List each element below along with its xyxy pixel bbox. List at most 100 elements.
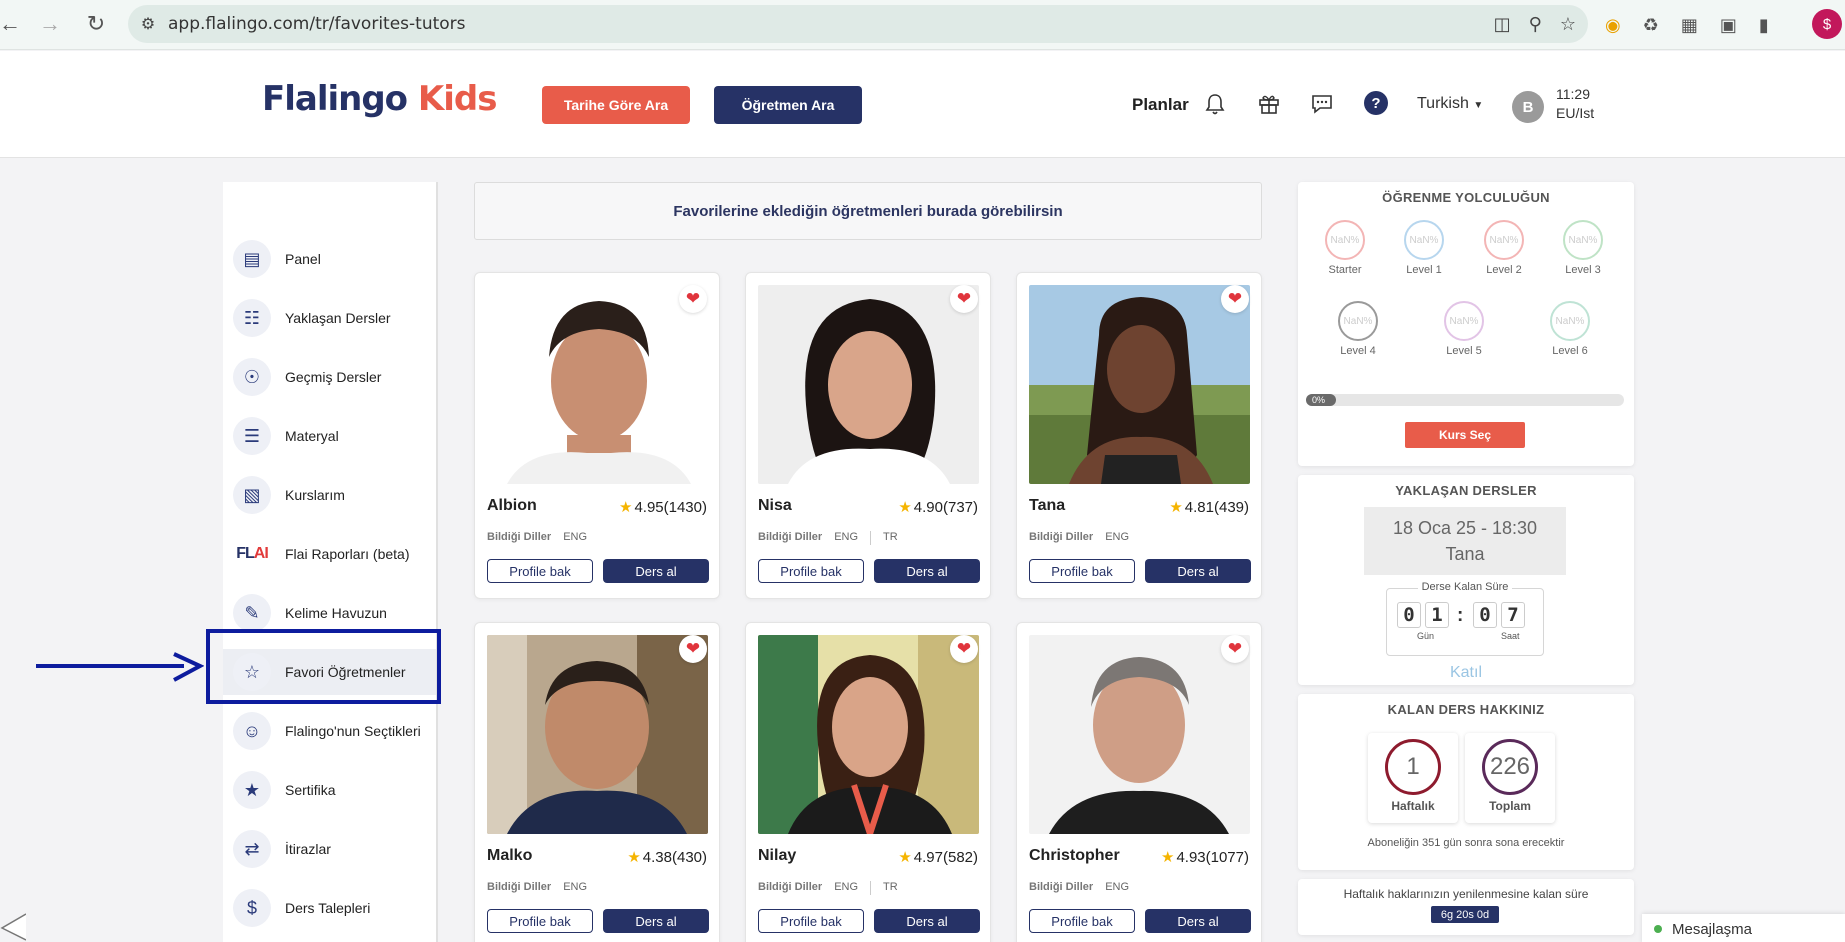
search-teacher-button[interactable]: Öğretmen Ara <box>714 86 862 124</box>
select-course-button[interactable]: Kurs Seç <box>1405 422 1525 448</box>
level-label: Level 6 <box>1552 345 1588 357</box>
view-profile-button[interactable]: Profile bak <box>758 559 864 583</box>
flalingo-kids-logo[interactable]: Flalingo Kids <box>262 79 497 119</box>
tutor-photo[interactable] <box>487 285 708 484</box>
user-avatar[interactable]: B <box>1512 91 1544 123</box>
total-credits-label: Toplam <box>1489 799 1531 813</box>
extensions-puzzle-icon[interactable]: ▣ <box>1720 15 1737 36</box>
tutor-rating: ★ 4.95(1430) <box>619 498 707 516</box>
renewal-countdown-badge: 6g 20s 0d <box>1431 906 1499 923</box>
sidebar-item-material[interactable]: ☰ Materyal <box>233 413 433 459</box>
tutor-name: Tana <box>1029 497 1066 514</box>
extension-qr-icon[interactable]: ▦ <box>1681 15 1698 36</box>
extension-chrome-icon[interactable]: ◉ <box>1605 15 1621 36</box>
language-tag: ENG <box>1105 531 1130 543</box>
messaging-tab[interactable]: Mesajlaşma <box>1642 914 1845 942</box>
language-tag: ENG <box>834 531 859 543</box>
sidebar-item-label: Yaklaşan Dersler <box>285 310 391 326</box>
book-lesson-button[interactable]: Ders al <box>1145 559 1251 583</box>
countdown-digit: 7 <box>1501 602 1525 628</box>
tutor-photo[interactable] <box>1029 285 1250 484</box>
sidebar-item-label: Materyal <box>285 428 339 444</box>
lesson-datetime: 18 Oca 25 - 18:30 <box>1392 518 1538 538</box>
view-profile-button[interactable]: Profile bak <box>1029 909 1135 933</box>
upcoming-lessons-panel: YAKLAŞAN DERSLER 18 Oca 25 - 18:30 Tana … <box>1298 475 1634 685</box>
notebook-icon: ▤ <box>233 240 271 278</box>
bell-icon[interactable] <box>1200 89 1230 119</box>
star-icon: ★ <box>898 499 912 516</box>
tutor-photo[interactable] <box>487 635 708 834</box>
install-app-icon[interactable]: ◫ <box>1494 14 1511 35</box>
chat-bubble-icon[interactable] <box>1307 89 1337 119</box>
countdown-title: Derse Kalan Süre <box>1387 581 1543 593</box>
sidebar-item-objections[interactable]: ⇄ İtirazlar <box>233 826 433 872</box>
sidebar-item-label: Geçmiş Dersler <box>285 369 382 385</box>
tutor-photo[interactable] <box>758 285 979 484</box>
language-dropdown[interactable]: Turkish ▼ <box>1417 95 1483 113</box>
view-profile-button[interactable]: Profile bak <box>1029 559 1135 583</box>
rating-value: 4.38(430) <box>642 849 707 866</box>
favorite-heart-icon[interactable]: ❤ <box>679 635 707 663</box>
sidebar-item-upcoming-lessons[interactable]: ☷ Yaklaşan Dersler <box>233 295 433 341</box>
site-settings-icon[interactable]: ⚙ <box>128 14 168 34</box>
address-bar[interactable]: ⚙ app.flalingo.com/tr/favorites-tutors ◫… <box>128 5 1588 43</box>
plans-link[interactable]: Planlar <box>1132 95 1189 115</box>
browser-profile-icon[interactable]: $ <box>1812 9 1842 39</box>
sidebar-item-past-lessons[interactable]: ☉ Geçmiş Dersler <box>233 354 433 400</box>
sidebar-item-panel[interactable]: ▤ Panel <box>233 236 433 282</box>
book-lesson-button[interactable]: Ders al <box>603 909 709 933</box>
book-lesson-button[interactable]: Ders al <box>874 559 980 583</box>
view-profile-button[interactable]: Profile bak <box>758 909 864 933</box>
sidebar-item-certificate[interactable]: ★ Sertifika <box>233 767 433 813</box>
countdown-days-label: Gün <box>1417 631 1435 641</box>
favorite-heart-icon[interactable]: ❤ <box>950 635 978 663</box>
level-progress-circle: NaN% <box>1338 301 1378 341</box>
help-icon[interactable]: ? <box>1364 91 1388 115</box>
search-by-date-button[interactable]: Tarihe Göre Ara <box>542 86 690 124</box>
level-starter: NaN% Starter <box>1315 220 1375 276</box>
tutor-photo[interactable] <box>1029 635 1250 834</box>
view-profile-button[interactable]: Profile bak <box>487 559 593 583</box>
favorite-heart-icon[interactable]: ❤ <box>950 285 978 313</box>
upcoming-lesson-card[interactable]: 18 Oca 25 - 18:30 Tana <box>1364 507 1566 575</box>
countdown-digit: 0 <box>1397 602 1421 628</box>
book-lesson-button[interactable]: Ders al <box>603 559 709 583</box>
view-profile-button[interactable]: Profile bak <box>487 909 593 933</box>
back-icon[interactable]: ← <box>0 4 30 44</box>
clock-display: 11:29 EU/Ist <box>1556 85 1594 123</box>
rating-value: 4.97(582) <box>913 849 978 866</box>
sidebar-panel-icon[interactable]: ▮ <box>1759 15 1769 36</box>
gift-icon[interactable] <box>1254 89 1284 119</box>
favorite-heart-icon[interactable]: ❤ <box>1221 635 1249 663</box>
book-lesson-button[interactable]: Ders al <box>1145 909 1251 933</box>
language-separator <box>870 531 872 545</box>
sidebar-item-flai-reports[interactable]: FL AI Flai Raporları (beta) <box>233 531 433 577</box>
sidebar-item-my-courses[interactable]: ▧ Kurslarım <box>233 472 433 518</box>
zoom-icon[interactable]: ⚲ <box>1529 14 1542 35</box>
tutor-card-malko: ❤ Malko ★ 4.38(430) Bildiği Diller ENG Pro… <box>474 622 720 942</box>
favorite-heart-icon[interactable]: ❤ <box>1221 285 1249 313</box>
level-3: NaN% Level 3 <box>1553 220 1613 276</box>
tutor-rating: ★ 4.38(430) <box>627 848 707 866</box>
sidebar-item-flalingo-picks[interactable]: ☺ Flalingo'nun Seçtikleri <box>233 708 433 754</box>
sidebar-item-label: Kurslarım <box>285 487 345 503</box>
level-label: Level 4 <box>1340 345 1376 357</box>
favorite-heart-icon[interactable]: ❤ <box>679 285 707 313</box>
reload-icon[interactable]: ↻ <box>76 4 116 44</box>
certificate-icon: ★ <box>233 771 271 809</box>
group-icon: ☺ <box>233 712 271 750</box>
extension-recycle-icon[interactable]: ♻ <box>1643 15 1659 36</box>
lesson-request-icon: $ <box>233 889 271 927</box>
bookmark-star-icon[interactable]: ☆ <box>1560 14 1576 35</box>
tutor-languages: Bildiği Diller ENG <box>1029 881 1129 893</box>
countdown-hours-label: Saat <box>1501 631 1520 641</box>
url-text[interactable]: app.flalingo.com/tr/favorites-tutors <box>168 14 466 34</box>
book-lesson-button[interactable]: Ders al <box>874 909 980 933</box>
tutor-rating: ★ 4.90(737) <box>898 498 978 516</box>
sidebar-item-lesson-requests[interactable]: $ Ders Talepleri <box>233 885 433 931</box>
cursor-arrow-icon <box>0 913 26 941</box>
forward-icon[interactable]: → <box>30 4 70 44</box>
tutor-photo[interactable] <box>758 635 979 834</box>
favorites-notice: Favorilerine eklediğin öğretmenleri bura… <box>474 182 1262 240</box>
join-lesson-link[interactable]: Katıl <box>1298 664 1634 682</box>
